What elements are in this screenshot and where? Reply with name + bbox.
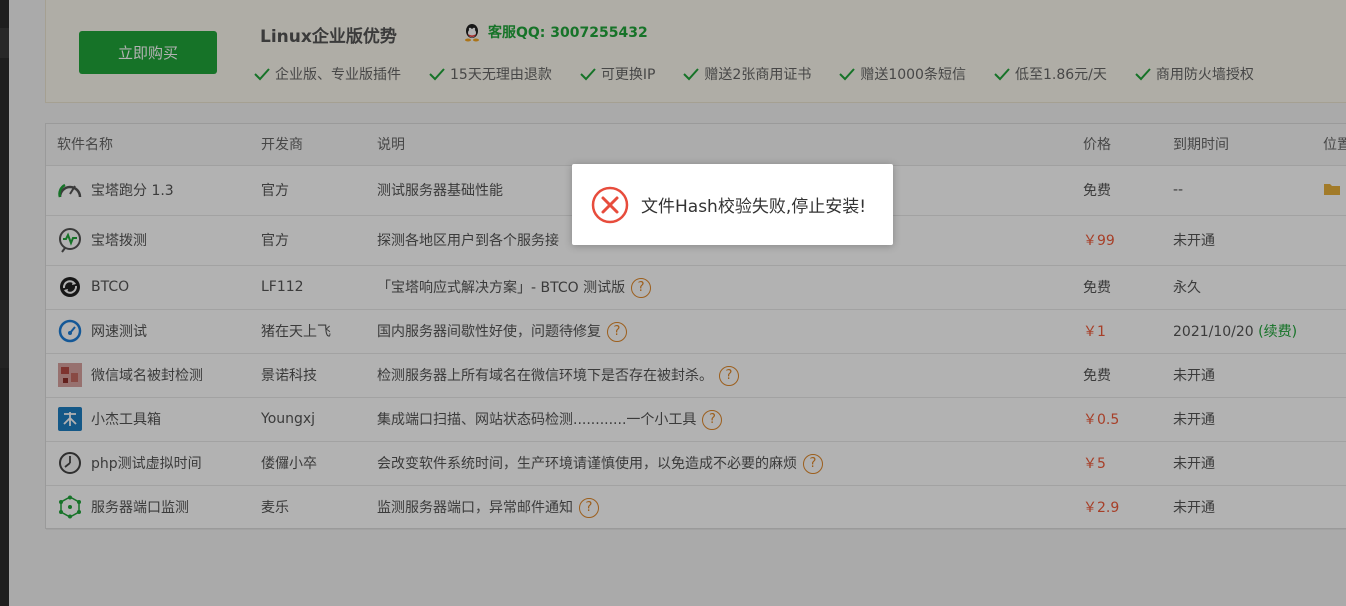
error-icon xyxy=(591,186,629,223)
dialog-message: 文件Hash校验失败,停止安装! xyxy=(641,197,867,217)
error-dialog: 文件Hash校验失败,停止安装! xyxy=(572,164,893,245)
modal-overlay[interactable] xyxy=(0,0,1346,606)
